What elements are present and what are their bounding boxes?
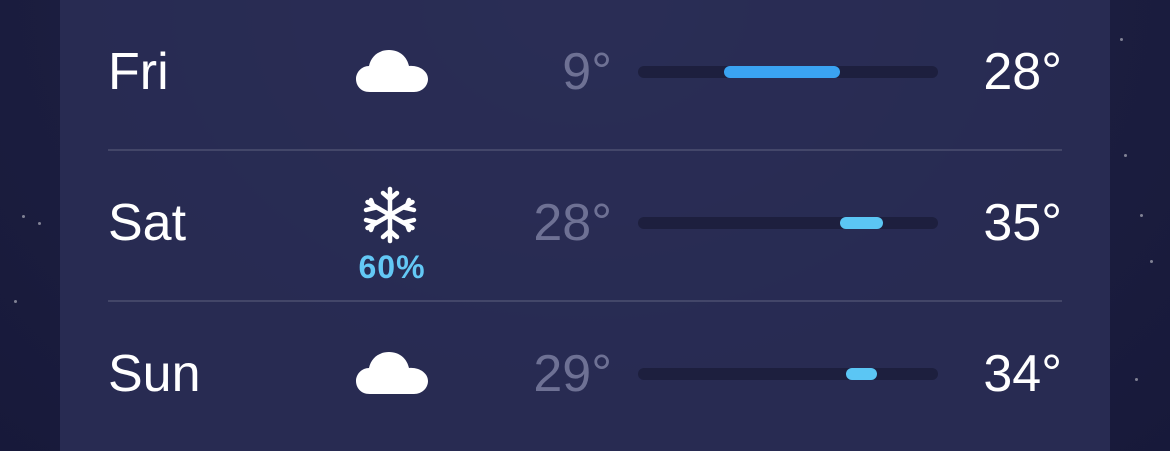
- condition-cell: [340, 330, 444, 430]
- snowflake-icon: [363, 186, 417, 244]
- forecast-row-sun[interactable]: Sun 29° 34°: [60, 302, 1110, 451]
- high-temp: 34°: [983, 345, 1062, 403]
- high-temp: 28°: [983, 43, 1062, 101]
- temperature-range-bar: [638, 368, 938, 380]
- forecast-row-fri[interactable]: Fri 9° 28°: [60, 0, 1110, 151]
- background-star: [38, 222, 41, 225]
- precipitation-chance: 60%: [358, 249, 426, 285]
- weather-screen: Fri 9° 28° Sat 60% 28° 35° Sun 29° 34°: [0, 0, 1170, 451]
- temperature-range-bar: [638, 66, 938, 78]
- background-star: [22, 215, 25, 218]
- low-temp: 9°: [562, 43, 612, 101]
- low-temp: 29°: [533, 345, 612, 403]
- temperature-range-bar: [638, 217, 938, 229]
- background-star: [1140, 214, 1143, 217]
- condition-cell: 60%: [340, 179, 444, 285]
- temperature-range-fill: [840, 217, 883, 229]
- background-star: [1150, 260, 1153, 263]
- condition-cell: [340, 28, 444, 128]
- ten-day-forecast-panel: Fri 9° 28° Sat 60% 28° 35° Sun 29° 34°: [60, 0, 1110, 451]
- background-star: [14, 300, 17, 303]
- cloud-icon: [356, 352, 428, 394]
- day-label: Fri: [108, 43, 169, 101]
- background-star: [1135, 378, 1138, 381]
- background-star: [1124, 154, 1127, 157]
- background-star: [1120, 38, 1123, 41]
- high-temp: 35°: [983, 194, 1062, 252]
- temperature-range-fill: [723, 66, 841, 78]
- cloud-icon: [356, 50, 428, 92]
- day-label: Sat: [108, 194, 187, 252]
- day-label: Sun: [108, 345, 201, 403]
- temperature-range-fill: [846, 368, 877, 380]
- low-temp: 28°: [533, 194, 612, 252]
- forecast-row-sat[interactable]: Sat 60% 28° 35°: [60, 151, 1110, 302]
